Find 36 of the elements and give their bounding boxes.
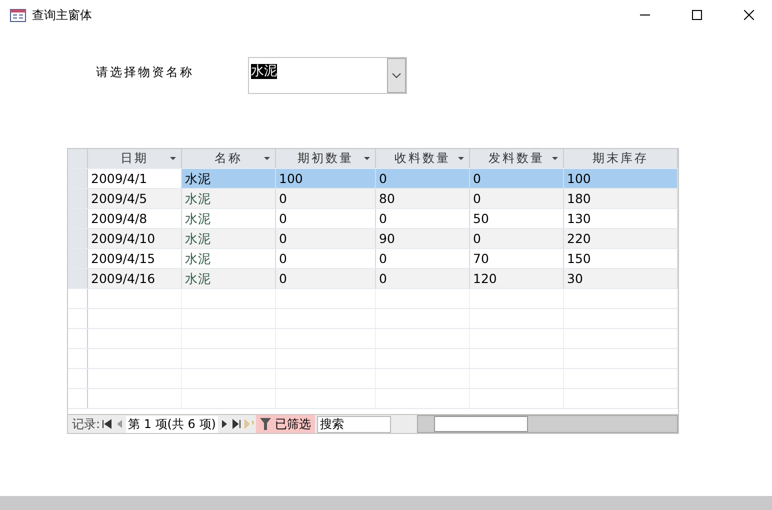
dropdown-arrow-icon[interactable] [552, 157, 558, 161]
horizontal-scrollbar[interactable] [416, 415, 678, 433]
search-field[interactable]: 搜索 [316, 416, 391, 432]
filter-icon [260, 418, 271, 430]
filter-label: 请选择物资名称 [96, 64, 195, 81]
table-cell: 水泥 [182, 189, 276, 208]
dropdown-arrow-icon[interactable] [364, 157, 370, 161]
column-header[interactable]: 名称 [182, 149, 276, 168]
record-position-field[interactable]: 第 1 项(共 6 项) [126, 416, 218, 432]
table-cell: 水泥 [182, 229, 276, 248]
dropdown-arrow-icon[interactable] [264, 157, 270, 161]
chevron-down-icon[interactable] [392, 72, 401, 78]
table-cell: 水泥 [182, 249, 276, 268]
last-record-icon[interactable] [232, 419, 242, 429]
dropdown-arrow-icon[interactable] [458, 157, 464, 161]
form-icon [10, 8, 26, 22]
column-header[interactable]: 日期 [88, 149, 182, 168]
table-cell: 100 [564, 169, 678, 188]
table-cell: 水泥 [182, 169, 276, 188]
table-cell: 水泥 [182, 269, 276, 288]
column-header[interactable]: 期初数量 [276, 149, 376, 168]
table-cell: 0 [470, 169, 564, 188]
table-cell: 0 [376, 169, 470, 188]
column-header[interactable]: 发料数量 [470, 149, 564, 168]
material-combo-box[interactable]: 水泥 [248, 57, 407, 94]
window-title: 查询主窗体 [32, 6, 93, 24]
column-header[interactable]: 期末库存 [564, 149, 678, 168]
close-icon[interactable] [744, 10, 754, 20]
table-cell: 100 [276, 169, 376, 188]
first-record-icon[interactable] [102, 419, 112, 429]
column-header[interactable]: 收料数量 [376, 149, 470, 168]
record-label: 记录: [71, 416, 100, 432]
filtered-toggle[interactable]: 已筛选 [256, 415, 315, 433]
table-cell: 水泥 [182, 209, 276, 228]
maximize-icon[interactable] [692, 10, 702, 20]
dropdown-arrow-icon[interactable] [170, 157, 176, 161]
